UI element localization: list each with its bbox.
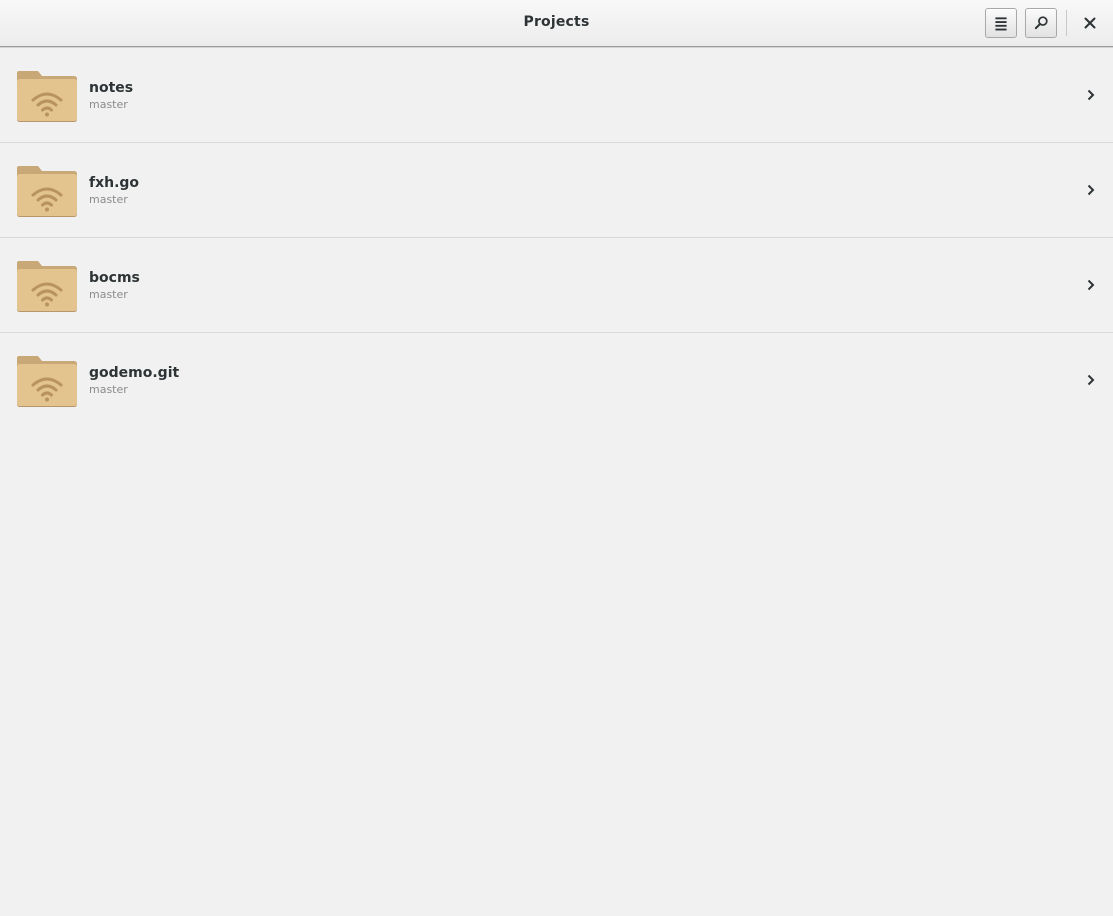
project-branch: master (89, 383, 128, 396)
hamburger-menu-icon (995, 17, 1007, 31)
remote-folder-icon (16, 353, 78, 407)
project-row-notes[interactable]: notes master (0, 48, 1113, 143)
search-button[interactable] (1025, 8, 1057, 38)
search-icon (1034, 16, 1048, 30)
header-separator (1066, 10, 1067, 36)
project-branch: master (89, 98, 128, 111)
chevron-right-icon (1083, 182, 1099, 198)
project-row-fxh-go[interactable]: fxh.go master (0, 143, 1113, 238)
close-icon (1084, 17, 1096, 29)
project-branch: master (89, 288, 128, 301)
project-name: notes (89, 80, 134, 96)
project-branch: master (89, 193, 128, 206)
projects-window: Projects notes master fxh.go master bocm… (0, 0, 1113, 916)
window-title: Projects (523, 14, 590, 30)
remote-folder-icon (16, 68, 78, 122)
header-bar[interactable]: Projects (0, 0, 1113, 47)
chevron-right-icon (1083, 372, 1099, 388)
project-list: notes master fxh.go master bocms master … (0, 48, 1113, 428)
menu-button[interactable] (985, 8, 1017, 38)
project-name: fxh.go (89, 175, 140, 191)
remote-folder-icon (16, 163, 78, 217)
close-button[interactable] (1078, 11, 1102, 35)
project-row-godemo-git[interactable]: godemo.git master (0, 333, 1113, 428)
project-name: bocms (89, 270, 140, 286)
chevron-right-icon (1083, 277, 1099, 293)
remote-folder-icon (16, 258, 78, 312)
project-name: godemo.git (89, 365, 180, 381)
chevron-right-icon (1083, 87, 1099, 103)
project-row-bocms[interactable]: bocms master (0, 238, 1113, 333)
